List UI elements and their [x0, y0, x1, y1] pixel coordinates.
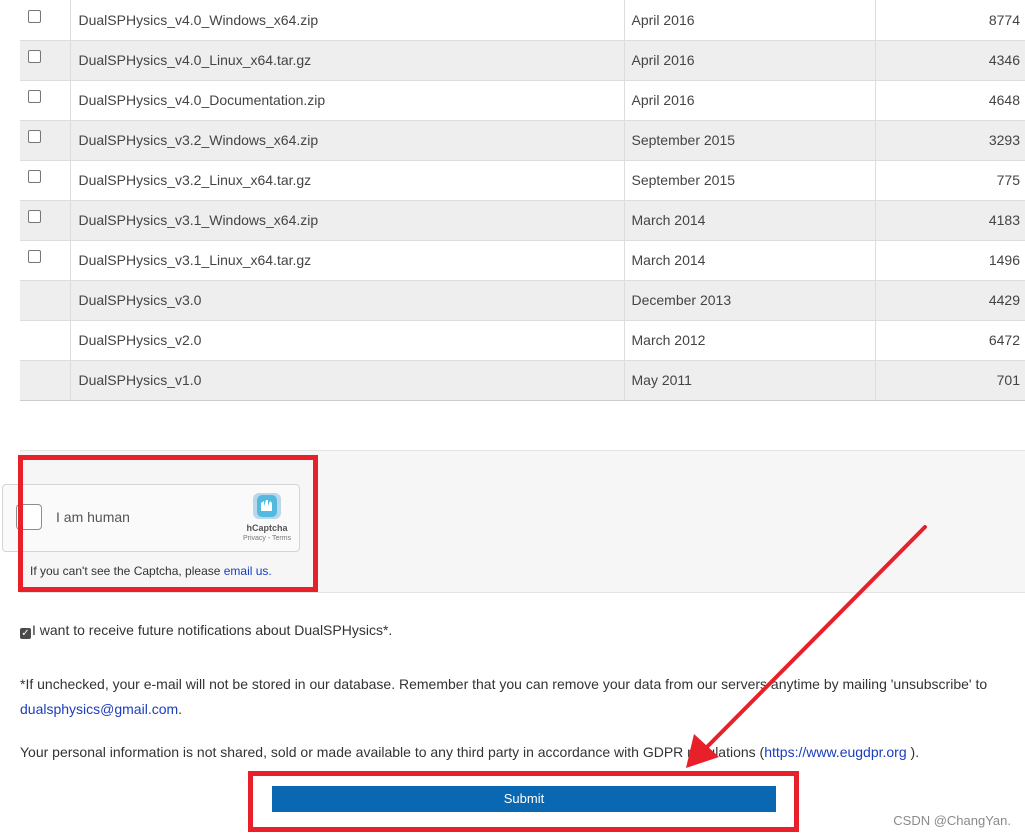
row-select-cell: [20, 240, 71, 281]
row-select-cell: [20, 200, 71, 241]
download-count: 775: [875, 160, 1025, 201]
row-select-cell: [20, 120, 71, 161]
file-name: DualSPHysics_v3.0: [70, 280, 625, 321]
hcaptcha-privacy-terms[interactable]: Privacy - Terms: [235, 535, 299, 542]
table-row: DualSPHysics_v1.0 May 2011 701: [20, 360, 1025, 401]
row-select-cell: [20, 80, 71, 121]
file-date: September 2015: [624, 160, 876, 201]
file-checkbox[interactable]: [28, 9, 41, 23]
file-name: DualSPHysics_v4.0_Linux_x64.tar.gz: [70, 40, 625, 81]
table-row: DualSPHysics_v3.2_Windows_x64.zip Septemb…: [20, 120, 1025, 161]
row-select-cell: [20, 40, 71, 81]
file-checkbox[interactable]: [28, 89, 41, 103]
captcha-help-prefix: If you can't see the Captcha, please: [30, 564, 224, 578]
download-count: 3293: [875, 120, 1025, 161]
gdpr-text: Your personal information is not shared,…: [20, 744, 919, 760]
download-count: 4346: [875, 40, 1025, 81]
table-row: DualSPHysics_v3.0 December 2013 4429: [20, 280, 1025, 321]
file-date: April 2016: [624, 80, 876, 121]
captcha-label: I am human: [56, 509, 130, 525]
table-row: DualSPHysics_v4.0_Windows_x64.zip April 2…: [20, 0, 1025, 41]
table-row: DualSPHysics_v4.0_Documentation.zip April…: [20, 80, 1025, 121]
row-select-cell: [20, 320, 71, 361]
notifications-label: I want to receive future notifications a…: [32, 622, 393, 638]
hcaptcha-brand: hCaptcha: [246, 523, 288, 533]
download-count: 4429: [875, 280, 1025, 321]
table-row: DualSPHysics_v4.0_Linux_x64.tar.gz April …: [20, 40, 1025, 81]
notifications-option[interactable]: ✓ I want to receive future notifications …: [20, 622, 393, 639]
notifications-checkbox[interactable]: ✓: [20, 628, 31, 639]
row-select-cell: [20, 160, 71, 201]
file-checkbox[interactable]: [28, 169, 41, 183]
download-count: 1496: [875, 240, 1025, 281]
gdpr-end: ).: [906, 744, 920, 760]
file-date: March 2014: [624, 240, 876, 281]
row-select-cell: [20, 360, 71, 401]
file-date: September 2015: [624, 120, 876, 161]
email-us-link[interactable]: email us.: [224, 564, 272, 578]
download-count: 8774: [875, 0, 1025, 41]
file-date: April 2016: [624, 40, 876, 81]
row-select-cell: [20, 0, 71, 41]
table-row: DualSPHysics_v3.1_Windows_x64.zip March 2…: [20, 200, 1025, 241]
hcaptcha-logo-icon: [253, 493, 281, 519]
table-row: DualSPHysics_v2.0 March 2012 6472: [20, 320, 1025, 361]
contact-email-link[interactable]: dualsphysics@gmail.com: [20, 701, 178, 717]
download-count: 701: [875, 360, 1025, 401]
disclaimer-text: *If unchecked, your e-mail will not be s…: [20, 672, 1010, 722]
file-name: DualSPHysics_v2.0: [70, 320, 625, 361]
captcha-help-text: If you can't see the Captcha, please ema…: [30, 564, 272, 578]
download-count: 4648: [875, 80, 1025, 121]
file-checkbox[interactable]: [28, 209, 41, 223]
table-row: DualSPHysics_v3.2_Linux_x64.tar.gz Septem…: [20, 160, 1025, 201]
downloads-table-body: DualSPHysics_v4.0_Windows_x64.zip April 2…: [20, 0, 1025, 401]
file-checkbox[interactable]: [28, 249, 41, 263]
download-count: 4183: [875, 200, 1025, 241]
file-name: DualSPHysics_v4.0_Windows_x64.zip: [70, 0, 625, 41]
file-date: May 2011: [624, 360, 876, 401]
watermark: CSDN @ChangYan.: [893, 813, 1011, 828]
file-name: DualSPHysics_v3.1_Windows_x64.zip: [70, 200, 625, 241]
file-date: March 2012: [624, 320, 876, 361]
gdpr-link[interactable]: https://www.eugdpr.org: [764, 744, 906, 760]
hcaptcha-widget[interactable]: I am human hCaptcha Privacy - Terms: [2, 484, 300, 552]
download-count: 6472: [875, 320, 1025, 361]
submit-button[interactable]: Submit: [272, 786, 776, 812]
file-checkbox[interactable]: [28, 49, 41, 63]
file-name: DualSPHysics_v1.0: [70, 360, 625, 401]
file-name: DualSPHysics_v3.1_Linux_x64.tar.gz: [70, 240, 625, 281]
file-date: December 2013: [624, 280, 876, 321]
file-name: DualSPHysics_v3.2_Windows_x64.zip: [70, 120, 625, 161]
file-name: DualSPHysics_v3.2_Linux_x64.tar.gz: [70, 160, 625, 201]
downloads-table: DualSPHysics_v4.0_Windows_x64.zip April 2…: [20, 0, 1025, 401]
row-select-cell: [20, 280, 71, 321]
captcha-checkbox[interactable]: [16, 504, 42, 530]
file-checkbox[interactable]: [28, 129, 41, 143]
disclaimer-body: *If unchecked, your e-mail will not be s…: [20, 676, 988, 692]
file-date: March 2014: [624, 200, 876, 241]
file-name: DualSPHysics_v4.0_Documentation.zip: [70, 80, 625, 121]
gdpr-body: Your personal information is not shared,…: [20, 744, 765, 760]
disclaimer-end: .: [178, 701, 183, 717]
file-date: April 2016: [624, 0, 876, 41]
table-row: DualSPHysics_v3.1_Linux_x64.tar.gz March …: [20, 240, 1025, 281]
